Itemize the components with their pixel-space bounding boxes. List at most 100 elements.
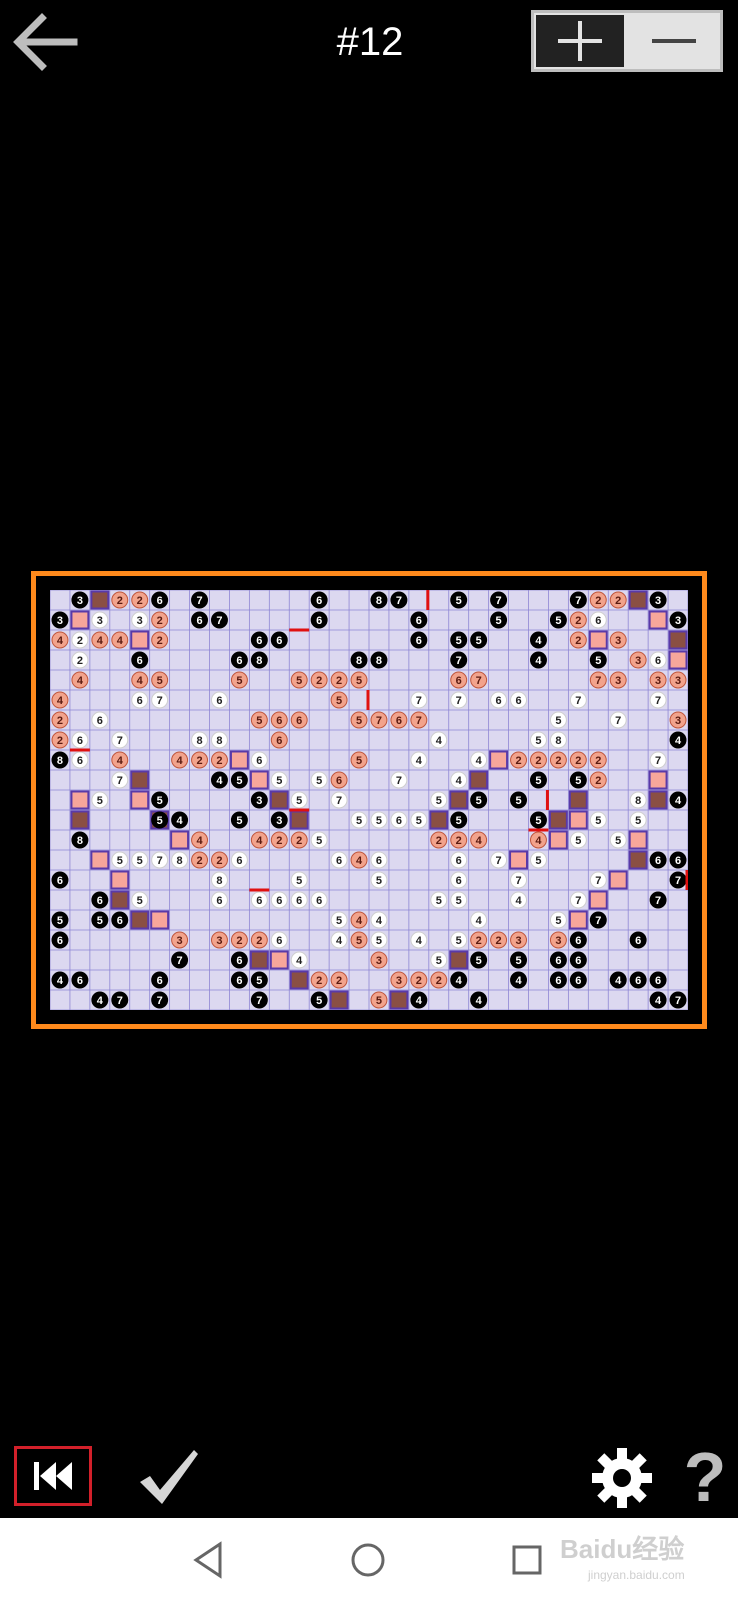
clue-number: 8 (555, 735, 561, 747)
clue-number: 4 (675, 735, 682, 747)
filled-cell[interactable] (110, 890, 130, 910)
clue-number: 4 (416, 995, 423, 1007)
clue-number: 5 (476, 795, 482, 807)
filled-cell[interactable] (289, 810, 309, 830)
filled-cell[interactable] (588, 630, 608, 650)
filled-cell[interactable] (269, 950, 289, 970)
clue-number: 5 (515, 795, 521, 807)
filled-cell[interactable] (249, 770, 269, 790)
filled-cell[interactable] (329, 990, 349, 1010)
filled-cell[interactable] (389, 990, 409, 1010)
filled-cell[interactable] (249, 950, 269, 970)
clue-number: 4 (57, 695, 64, 707)
back-button[interactable] (10, 10, 86, 74)
clue-number: 7 (157, 995, 163, 1007)
clue-number: 3 (675, 715, 681, 727)
clue-number: 5 (456, 815, 462, 827)
bottom-toolbar: ? (0, 1440, 738, 1520)
clue-number: 7 (575, 695, 581, 707)
filled-cell[interactable] (548, 810, 568, 830)
filled-cell[interactable] (628, 590, 648, 610)
clue-number: 6 (396, 815, 402, 827)
clue-number: 5 (555, 715, 561, 727)
check-button[interactable] (136, 1446, 202, 1508)
filled-cell[interactable] (648, 790, 668, 810)
clue-number: 2 (137, 595, 143, 607)
nav-back-button[interactable] (188, 1538, 232, 1582)
filled-cell[interactable] (628, 850, 648, 870)
filled-cell[interactable] (130, 770, 150, 790)
clue-number: 4 (535, 635, 542, 647)
filled-cell[interactable] (489, 750, 509, 770)
clue-number: 6 (456, 875, 462, 887)
filled-cell[interactable] (668, 650, 688, 670)
clue-number: 6 (575, 955, 581, 967)
clue-number: 2 (595, 755, 601, 767)
clue-number: 6 (376, 855, 382, 867)
clue-number: 5 (236, 675, 242, 687)
filled-cell[interactable] (130, 630, 150, 650)
clue-number: 6 (635, 935, 641, 947)
gear-icon (592, 1448, 652, 1508)
filled-cell[interactable] (469, 770, 489, 790)
clue-number: 4 (117, 635, 124, 647)
zoom-out-button[interactable] (630, 15, 718, 67)
filled-cell[interactable] (628, 830, 648, 850)
filled-cell[interactable] (90, 590, 110, 610)
puzzle-board[interactable]: 3 2 2 6 7 6 8 7 5 7 7 2 2 3 3 3 3 2 6 7 6 6 5 5 2 6 3 4 2 4 4 2 6 6 6 5 5 4 2 3… (50, 590, 688, 1010)
restart-button[interactable] (14, 1446, 92, 1506)
filled-cell[interactable] (130, 910, 150, 930)
filled-cell[interactable] (150, 910, 170, 930)
clue-number: 7 (595, 675, 601, 687)
checkmark-icon (140, 1450, 198, 1504)
help-button[interactable]: ? (680, 1440, 730, 1514)
clue-number: 6 (157, 595, 163, 607)
filled-cell[interactable] (568, 910, 588, 930)
clue-number: 2 (57, 715, 63, 727)
clue-number: 3 (655, 595, 661, 607)
filled-cell[interactable] (289, 970, 309, 990)
clue-number: 7 (675, 995, 681, 1007)
nav-home-button[interactable] (346, 1538, 390, 1582)
zoom-in-button[interactable] (536, 15, 624, 67)
filled-cell[interactable] (110, 870, 130, 890)
filled-cell[interactable] (70, 790, 90, 810)
clue-number: 6 (555, 975, 561, 987)
filled-cell[interactable] (429, 810, 449, 830)
nav-recents-button[interactable] (505, 1538, 549, 1582)
filled-cell[interactable] (229, 750, 249, 770)
filled-cell[interactable] (269, 790, 289, 810)
puzzle-grid[interactable]: 3 2 2 6 7 6 8 7 5 7 7 2 2 3 3 3 3 2 6 7 6 6 5 5 2 6 3 4 2 4 4 2 6 6 6 5 5 4 2 3… (50, 590, 688, 1010)
filled-cell[interactable] (509, 850, 528, 870)
clue-number: 2 (57, 735, 63, 747)
puzzle-title: #12 (336, 20, 404, 64)
filled-cell[interactable] (70, 810, 90, 830)
filled-cell[interactable] (548, 830, 568, 850)
clue-number: 5 (157, 795, 163, 807)
filled-cell[interactable] (90, 850, 110, 870)
filled-cell[interactable] (668, 630, 688, 650)
clue-number: 5 (117, 855, 123, 867)
filled-cell[interactable] (648, 770, 668, 790)
settings-button[interactable] (590, 1446, 654, 1510)
clue-number: 5 (97, 915, 103, 927)
filled-cell[interactable] (170, 830, 190, 850)
filled-cell[interactable] (130, 790, 150, 810)
clue-number: 7 (595, 875, 601, 887)
clue-number: 4 (216, 775, 223, 787)
filled-cell[interactable] (449, 790, 469, 810)
clue-number: 6 (595, 615, 601, 627)
filled-cell[interactable] (588, 890, 608, 910)
filled-cell[interactable] (648, 610, 668, 630)
clue-number: 6 (456, 675, 462, 687)
filled-cell[interactable] (70, 610, 90, 630)
clue-number: 7 (675, 875, 681, 887)
filled-cell[interactable] (449, 950, 469, 970)
clue-number: 5 (535, 775, 541, 787)
filled-cell[interactable] (568, 790, 588, 810)
clue-number: 4 (137, 675, 144, 687)
clue-number: 5 (476, 635, 482, 647)
clue-number: 7 (496, 595, 502, 607)
filled-cell[interactable] (568, 810, 588, 830)
filled-cell[interactable] (608, 870, 628, 890)
